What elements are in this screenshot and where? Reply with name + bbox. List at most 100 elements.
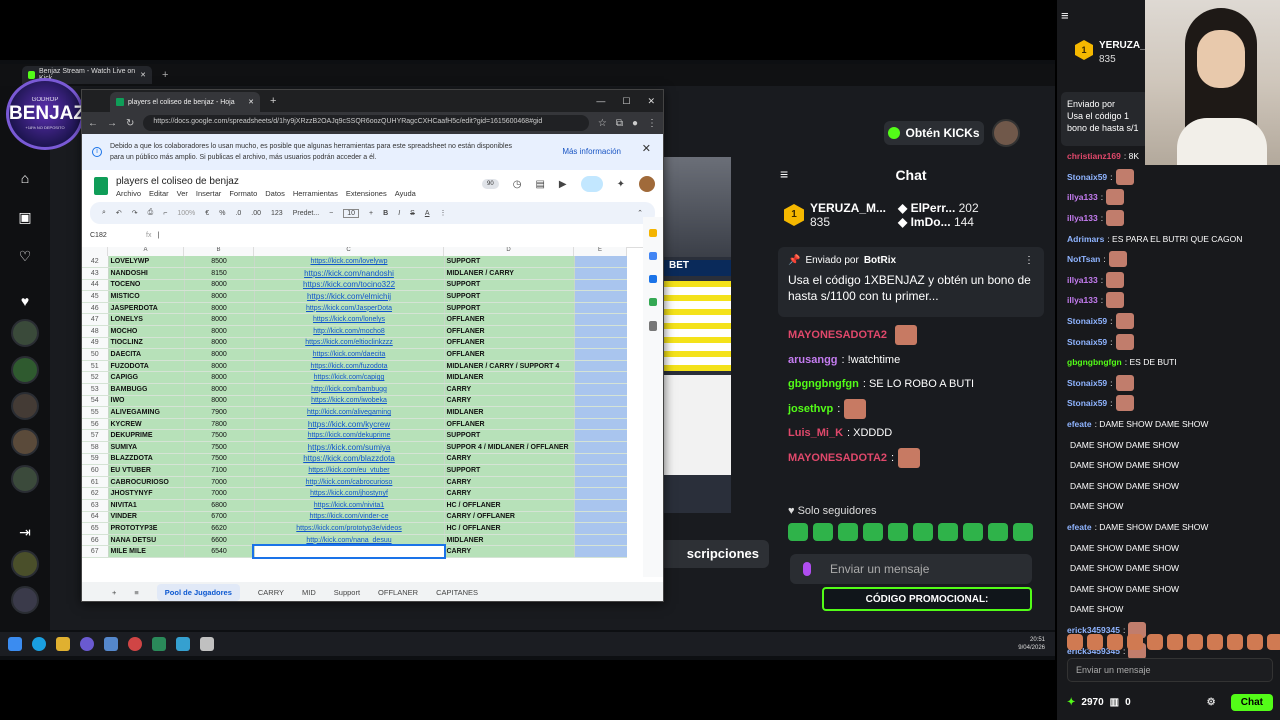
back-icon[interactable]: ← xyxy=(88,118,98,129)
more-icon[interactable]: ⋮ xyxy=(1024,255,1034,266)
player-name-cell[interactable]: LONELYS xyxy=(108,313,185,327)
player-name-cell[interactable]: SUMIYA xyxy=(108,441,185,454)
all-sheets-icon[interactable]: ≡ xyxy=(134,588,138,597)
mmr-cell[interactable]: 7000 xyxy=(184,487,255,500)
role-cell[interactable]: OFFLANER xyxy=(444,418,575,431)
leader-name[interactable]: ImDo... xyxy=(911,215,951,229)
mmr-cell[interactable]: 8150 xyxy=(184,267,255,280)
player-name-cell[interactable]: ALIVEGAMING xyxy=(108,406,185,419)
app-icon[interactable] xyxy=(152,637,166,651)
row-number[interactable]: 59 xyxy=(82,453,109,466)
mmr-cell[interactable]: 7800 xyxy=(184,418,255,431)
more-options-icon[interactable]: ⋮ xyxy=(440,209,447,217)
pinned-by-user[interactable]: BotRix xyxy=(864,255,896,266)
role-cell[interactable]: CARRY xyxy=(444,395,575,408)
kick-link-cell[interactable]: https://kick.com/capigg xyxy=(254,371,445,385)
kick-link-cell[interactable]: https://kick.com/vinder-ce xyxy=(254,511,445,524)
role-cell[interactable]: OFFLANER xyxy=(444,325,575,338)
empty-cell[interactable] xyxy=(574,545,627,558)
mmr-cell[interactable]: 7500 xyxy=(184,453,255,466)
emote-icon[interactable] xyxy=(988,523,1008,541)
maximize-button[interactable]: ☐ xyxy=(622,96,630,107)
player-name-cell[interactable]: PROTOTYP3E xyxy=(108,522,185,535)
empty-cell[interactable] xyxy=(574,511,627,524)
role-cell[interactable]: MIDLANER / CARRY / SUPPORT 4 xyxy=(444,360,575,373)
player-name-cell[interactable]: IWO xyxy=(108,395,185,408)
empty-cell[interactable] xyxy=(574,487,627,500)
mmr-cell[interactable]: 8000 xyxy=(184,395,255,408)
sheet-tab[interactable]: CARRY xyxy=(258,588,284,597)
app-icon[interactable] xyxy=(200,637,214,651)
row-number[interactable]: 62 xyxy=(82,487,109,500)
player-name-cell[interactable]: DEKUPRIME xyxy=(108,429,185,442)
chat-username[interactable]: Stonaix59 xyxy=(1067,378,1107,388)
row-number[interactable]: 60 xyxy=(82,464,109,477)
empty-cell[interactable] xyxy=(574,383,627,396)
row-number[interactable]: 55 xyxy=(82,406,109,419)
comments-icon[interactable]: ▤ xyxy=(535,179,544,190)
close-window-button[interactable]: ✕ xyxy=(647,96,655,107)
chat-username[interactable]: arusangg xyxy=(788,354,838,366)
sheet-tab[interactable]: MID xyxy=(302,588,316,597)
empty-cell[interactable] xyxy=(574,441,627,454)
empty-cell[interactable] xyxy=(574,267,627,280)
chat-username[interactable]: MAYONESADOTA2 xyxy=(788,329,887,341)
mmr-cell[interactable]: 6600 xyxy=(184,534,255,547)
url-input[interactable]: https://docs.google.com/spreadsheets/d/1… xyxy=(143,115,589,131)
kick-link-cell[interactable]: https://kick.com/prototyp3e/videos xyxy=(254,522,445,535)
chat-username[interactable]: illya133 xyxy=(1067,275,1098,285)
kick-link-cell[interactable]: https://kick.com/daecita xyxy=(254,348,445,361)
chat-username[interactable]: Stonaix59 xyxy=(1067,316,1107,326)
role-cell[interactable]: HC / OFFLANER xyxy=(444,499,575,512)
chat-username[interactable]: josethvp xyxy=(788,403,833,415)
kick-link-cell[interactable]: https://kick.com/iwobeka xyxy=(254,395,445,408)
mmr-cell[interactable]: 8000 xyxy=(184,337,255,350)
number-format-button[interactable]: 123 xyxy=(271,210,283,217)
player-name-cell[interactable]: CABROCURIOSO xyxy=(108,476,185,489)
chat-username[interactable]: MAYONESADOTA2 xyxy=(788,452,887,464)
emote-icon[interactable] xyxy=(1167,634,1183,650)
role-cell[interactable]: SUPPOR 4 / MIDLANER / OFFLANER xyxy=(444,441,575,454)
edge-icon[interactable] xyxy=(32,637,46,651)
history-icon[interactable]: ◷ xyxy=(513,179,522,190)
currency-button[interactable]: € xyxy=(205,210,209,217)
kick-link-cell[interactable]: https://kick.com/kycrew xyxy=(254,418,445,431)
role-cell[interactable]: MIDLANER xyxy=(444,406,575,419)
mmr-cell[interactable]: 8000 xyxy=(184,348,255,361)
favorites-icon[interactable]: ♥ xyxy=(15,291,35,311)
increase-decimal-button[interactable]: .00 xyxy=(251,210,261,217)
extensions-icon[interactable]: ⧉ xyxy=(616,118,623,129)
channel-avatar[interactable] xyxy=(11,392,39,420)
kick-link-cell[interactable]: https://kick.com/lonelys xyxy=(254,313,445,327)
role-cell[interactable]: SUPPORT xyxy=(444,290,575,303)
channel-avatar[interactable] xyxy=(11,319,39,347)
settings-icon[interactable]: ⚙ xyxy=(1207,697,1216,708)
mmr-cell[interactable]: 6800 xyxy=(184,499,255,512)
chat-username[interactable]: Adrimars xyxy=(1067,234,1104,244)
redo-icon[interactable]: ↷ xyxy=(132,209,138,217)
chat-username[interactable]: Luis_Mi_K xyxy=(788,427,843,439)
subscriptions-button[interactable]: scripciones xyxy=(657,540,769,568)
kick-link-cell[interactable]: https://kick.com/dekuprime xyxy=(254,429,445,442)
kick-link-cell[interactable]: http://kick.com/bambugg xyxy=(254,383,445,396)
empty-cell[interactable] xyxy=(574,476,627,489)
chat-input[interactable]: Enviar un mensaje xyxy=(790,554,1032,584)
emote-icon[interactable] xyxy=(788,523,808,541)
cell-reference[interactable]: C182 xyxy=(82,232,132,239)
role-cell[interactable]: OFFLANER xyxy=(444,348,575,361)
emote-icon[interactable] xyxy=(863,523,883,541)
emote-icon[interactable] xyxy=(963,523,983,541)
column-header[interactable]: A xyxy=(108,247,184,256)
minus-icon[interactable]: − xyxy=(329,210,333,217)
menu-icon[interactable]: ≡ xyxy=(1061,8,1069,23)
chat-input[interactable]: Enviar un mensaje xyxy=(1067,658,1273,682)
emote-icon[interactable] xyxy=(1267,634,1280,650)
player-name-cell[interactable]: EU VTUBER xyxy=(108,464,185,477)
paint-format-icon[interactable]: ⌐ xyxy=(163,210,167,217)
start-icon[interactable] xyxy=(8,637,22,651)
menu-item[interactable]: Ver xyxy=(177,189,188,198)
row-number[interactable]: 47 xyxy=(82,313,109,327)
role-cell[interactable]: CARRY xyxy=(444,476,575,489)
more-info-link[interactable]: Más información xyxy=(562,146,621,157)
row-number[interactable]: 63 xyxy=(82,499,109,512)
